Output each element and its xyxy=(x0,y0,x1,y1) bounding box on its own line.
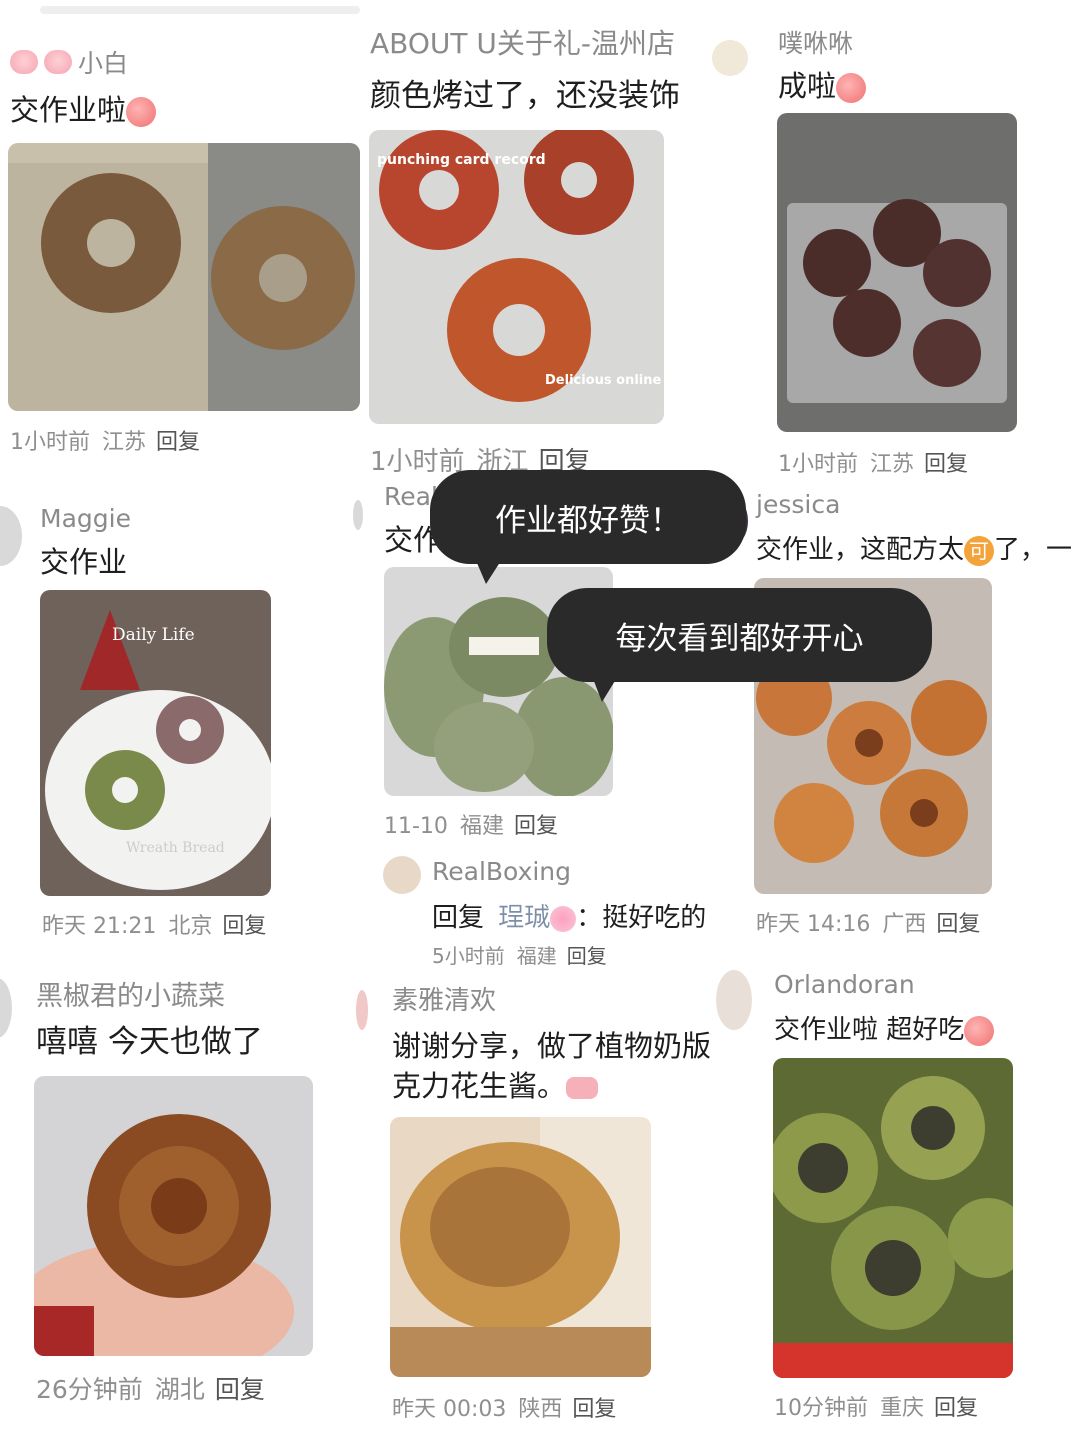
comment-meta: 昨天 21:21 北京 回复 xyxy=(42,914,267,939)
comment-meta: 26分钟前 湖北 回复 xyxy=(36,1375,265,1404)
comment-meta: 1小时前 江苏 回复 xyxy=(778,452,969,477)
flower-emoji-icon xyxy=(550,905,577,932)
comment-text: 颜色烤过了，还没装饰 xyxy=(370,78,680,114)
chocolate-rolls-image xyxy=(777,113,1017,432)
wreath-bread-image: punching card record Delicious online xyxy=(369,130,664,424)
commenter-name[interactable]: jessica xyxy=(756,490,840,519)
reply-button[interactable]: 回复 xyxy=(514,814,558,839)
comment-meta: 昨天 00:03 陕西 回复 xyxy=(392,1397,617,1422)
reply-button[interactable]: 回复 xyxy=(215,1375,265,1404)
commenter-name[interactable]: ABOUT U关于礼-温州店 xyxy=(370,22,675,62)
ke-emoji-icon: 可 xyxy=(964,535,995,566)
comment-text: 交作业啦 超好吃 xyxy=(774,1010,995,1050)
photo-caption: Wreath Bread xyxy=(126,840,225,856)
thumbs-up-emoji-icon xyxy=(566,1077,599,1099)
wreath-bread-image: Daily Life Wreath Bread xyxy=(40,590,271,896)
comment-photo[interactable]: punching card record Delicious online xyxy=(369,130,664,424)
avatar[interactable] xyxy=(383,856,421,894)
comment-photo[interactable] xyxy=(390,1117,651,1377)
reply-button[interactable]: 回复 xyxy=(934,1396,978,1421)
photo-caption: punching card record xyxy=(377,152,546,168)
avatar[interactable] xyxy=(0,506,22,566)
avatar[interactable] xyxy=(356,990,368,1030)
comment-text-line2: 克力花生酱。 xyxy=(392,1066,599,1106)
reply-meta: 5小时前 福建 回复 xyxy=(432,944,607,968)
photo-caption: Daily Life xyxy=(112,625,195,645)
bubble-tail xyxy=(474,556,504,584)
comment-meta: 昨天 14:16 广西 回复 xyxy=(756,912,981,937)
comment-photo[interactable] xyxy=(777,113,1017,432)
reply-button[interactable]: 回复 xyxy=(572,1397,616,1422)
comment-meta: 1小时前 江苏 回复 xyxy=(10,430,201,455)
comment-photo[interactable]: Daily Life Wreath Bread xyxy=(40,590,271,896)
commenter-name[interactable]: Maggie xyxy=(40,504,131,533)
bubble-tail xyxy=(592,676,618,702)
reply-button[interactable]: 回复 xyxy=(156,430,200,455)
pig-emoji-icon xyxy=(44,50,72,74)
peach-emoji-icon xyxy=(836,73,867,103)
commenter-name[interactable]: 素雅清欢 xyxy=(392,980,496,1017)
matcha-rolls-image xyxy=(773,1058,1013,1378)
speech-bubble: 每次看到都好开心 xyxy=(547,588,932,682)
comment-photo[interactable] xyxy=(773,1058,1013,1378)
photo-caption: Delicious online xyxy=(545,373,661,388)
comment-text: 嘻嘻 今天也做了 xyxy=(36,1024,263,1060)
reply-button[interactable]: 回复 xyxy=(924,452,968,477)
twisted-bread-image xyxy=(390,1117,651,1377)
commenter-name[interactable]: 黑椒君的小蔬菜 xyxy=(36,974,225,1013)
comment-card-1: 小白 xyxy=(10,44,128,80)
reply-button[interactable]: 回复 xyxy=(222,914,266,939)
comment-meta: 10分钟前 重庆 回复 xyxy=(774,1396,979,1421)
comment-photo[interactable] xyxy=(34,1076,313,1356)
wreath-bread-image xyxy=(8,143,360,411)
avatar[interactable] xyxy=(716,970,752,1030)
comment-text-line1: 谢谢分享，做了植物奶版 xyxy=(392,1029,712,1063)
comment-text: 成啦 xyxy=(778,66,867,106)
comment-text: 交作业 xyxy=(40,545,128,579)
reply-button[interactable]: 回复 xyxy=(936,912,980,937)
peach-emoji-icon xyxy=(964,1015,995,1046)
cinnamon-roll-in-hand-image xyxy=(34,1076,313,1356)
top-divider xyxy=(40,6,360,14)
comment-text: 交作业啦 xyxy=(10,90,157,130)
pig-emoji-icon xyxy=(10,50,38,74)
commenter-name[interactable]: RealBoxing xyxy=(432,857,571,886)
reply-target-name[interactable]: 珵珹 xyxy=(498,903,550,933)
avatar[interactable] xyxy=(353,500,363,530)
comment-photo[interactable] xyxy=(8,143,360,411)
avatar[interactable] xyxy=(0,978,12,1038)
avatar[interactable] xyxy=(712,40,748,76)
commenter-name[interactable]: 噗咻咻 xyxy=(778,24,853,60)
peach-emoji-icon xyxy=(126,97,157,127)
commenter-name[interactable]: 小白 xyxy=(78,44,128,80)
speech-bubble: 作业都好赞！ xyxy=(430,470,746,564)
comment-meta: 11-10 福建 回复 xyxy=(384,814,558,839)
reply-text: 回复 珵珹 ：挺好吃的 xyxy=(432,903,707,933)
commenter-name[interactable]: Orlandoran xyxy=(774,970,915,999)
comment-text: 交作业，这配方太可了，一 xyxy=(756,535,1073,566)
reply-button[interactable]: 回复 xyxy=(567,944,607,968)
